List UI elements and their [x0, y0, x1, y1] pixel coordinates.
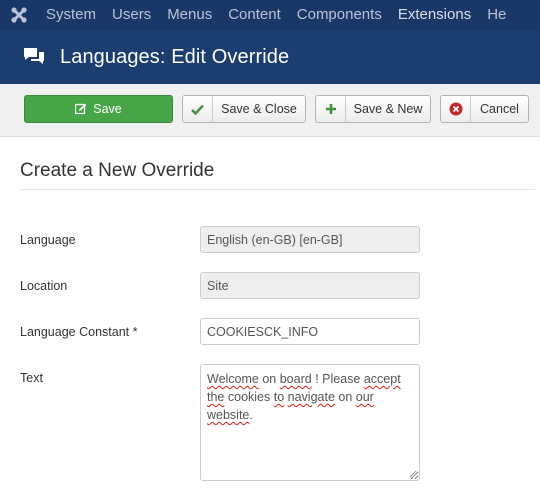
save-new-button[interactable]: Save & New [315, 95, 431, 123]
language-constant-value: COOKIESCK_INFO [207, 324, 319, 339]
text-word: the [207, 390, 225, 404]
cancel-circle-icon [441, 96, 471, 122]
save-close-button[interactable]: Save & Close [182, 95, 306, 123]
page-title: Languages: Edit Override [60, 45, 290, 68]
nav-components[interactable]: Components [289, 0, 390, 30]
nav-extensions[interactable]: Extensions [390, 0, 479, 30]
language-constant-label: Language Constant * [20, 325, 138, 339]
location-field: Site [200, 272, 420, 299]
save-button[interactable]: Save [24, 95, 173, 123]
nav-content[interactable]: Content [220, 0, 289, 30]
resize-grip-icon[interactable] [407, 468, 417, 478]
text-label: Text [20, 371, 43, 385]
nav-users[interactable]: Users [104, 0, 159, 30]
location-label: Location [20, 279, 68, 293]
override-text-area[interactable]: Welcome on board ! Please accept the coo… [200, 364, 420, 481]
language-value: English (en-GB) [en-GB] [207, 232, 343, 247]
top-navbar: System Users Menus Content Components Ex… [0, 0, 540, 30]
nav-system[interactable]: System [38, 0, 104, 30]
text-word: ! Please [311, 372, 364, 386]
edit-icon [75, 103, 87, 115]
text-word: website [207, 408, 250, 422]
text-word: our [355, 390, 374, 404]
save-close-label: Save & Close [221, 102, 297, 116]
text-word: on [334, 390, 356, 404]
page-header: Languages: Edit Override [0, 30, 540, 84]
checkmark-icon [183, 96, 213, 122]
plus-icon [316, 96, 346, 122]
text-word: cookies [224, 390, 274, 404]
text-word: board [279, 372, 312, 386]
text-word: navigate [287, 390, 335, 404]
section-divider [20, 189, 535, 190]
save-button-label: Save [93, 102, 122, 116]
language-field: English (en-GB) [en-GB] [200, 226, 420, 253]
cancel-label: Cancel [480, 102, 519, 116]
nav-help[interactable]: He [479, 0, 514, 30]
comments-icon [24, 48, 44, 64]
nav-menus[interactable]: Menus [159, 0, 220, 30]
cancel-button[interactable]: Cancel [440, 95, 529, 123]
text-word: Welcome [207, 372, 259, 386]
location-value: Site [207, 278, 229, 293]
joomla-logo-icon[interactable] [0, 0, 38, 30]
text-word: to [273, 390, 285, 404]
language-label: Language [20, 233, 76, 247]
section-title: Create a New Override [20, 160, 215, 181]
text-word: on [258, 372, 280, 386]
toolbar: Save Save & Close Save & New Cancel [0, 84, 540, 137]
save-new-label: Save & New [353, 102, 423, 116]
text-word: accept [363, 372, 401, 386]
text-word: . [249, 408, 253, 422]
language-constant-input[interactable]: COOKIESCK_INFO [200, 318, 420, 345]
